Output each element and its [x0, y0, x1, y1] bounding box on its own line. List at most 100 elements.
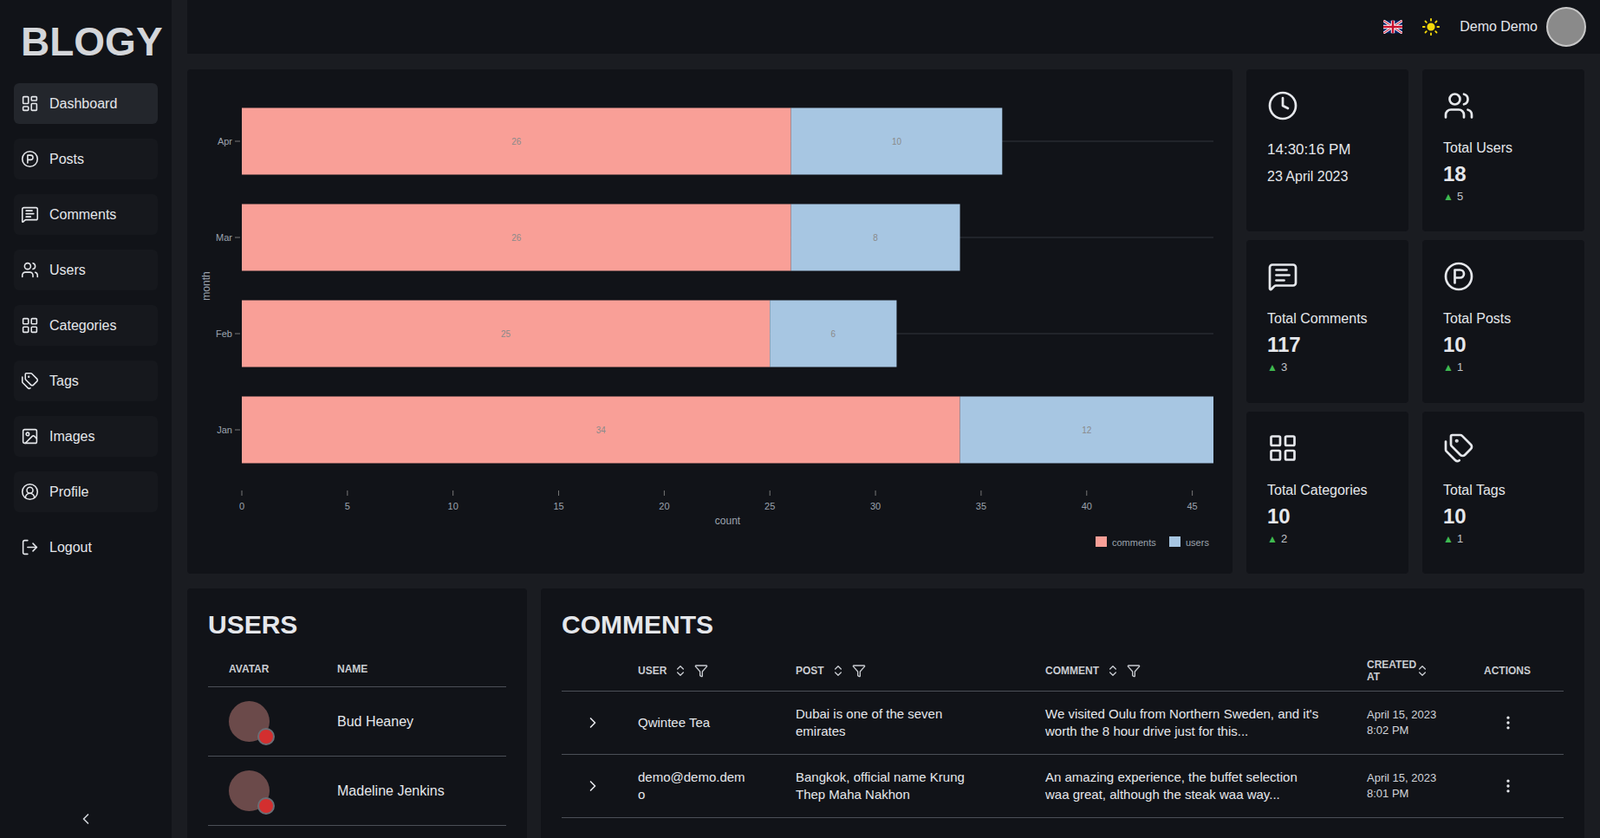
stat-value: 10: [1267, 501, 1388, 532]
column-header[interactable]: USER: [627, 650, 786, 691]
sort-icon[interactable]: [831, 663, 846, 678]
comment-post: Dubai is one of the seven emirates: [795, 705, 983, 741]
bar-value: 8: [872, 233, 879, 243]
sort-icon[interactable]: [673, 663, 688, 678]
users-title: USERS: [208, 609, 507, 641]
bar-segment[interactable]: [241, 396, 961, 464]
comments-table: USERPOSTCOMMENTCREATED ATACTIONSQwintee …: [561, 650, 1564, 819]
trend-up-icon: ▲: [1443, 188, 1454, 205]
stat-label: Total Posts: [1443, 309, 1564, 329]
comment-row[interactable]: Qwintee TeaDubai is one of the seven emi…: [561, 690, 1564, 755]
posts-icon: [20, 149, 40, 169]
stat-label: Total Tags: [1443, 481, 1564, 501]
bar-value: 34: [596, 425, 607, 436]
dashboard-icon: [20, 94, 40, 113]
clock-icon: [1267, 90, 1299, 122]
expand-row-icon[interactable]: [584, 714, 602, 732]
sidebar-item[interactable]: Images: [13, 416, 158, 457]
bar-segment[interactable]: [769, 300, 897, 368]
column-header[interactable]: COMMENT: [1034, 650, 1357, 691]
x-axis-title: count: [715, 514, 742, 527]
sidebar-item[interactable]: Logout: [13, 526, 158, 568]
y-axis-title: month: [200, 271, 213, 300]
actions-icon[interactable]: [1499, 777, 1517, 795]
bar-value: 10: [891, 136, 903, 147]
users-icon: [1443, 90, 1475, 122]
filter-icon[interactable]: [852, 663, 866, 678]
sidebar: BLOGYDashboard Posts Comments Users Categori…: [0, 0, 172, 838]
uk-flag-icon[interactable]: [1383, 19, 1403, 34]
x-tick-label: 25: [764, 500, 775, 512]
x-tick-label: 5: [344, 500, 351, 512]
stat-card: Total Categories10▲2: [1246, 411, 1409, 574]
stat-card: Total Tags10▲1: [1422, 411, 1585, 574]
bar-segment[interactable]: [241, 108, 792, 176]
stat-delta: ▲1: [1443, 531, 1564, 547]
sidebar-item[interactable]: Posts: [13, 138, 158, 180]
sort-icon[interactable]: [1105, 663, 1120, 678]
legend-item[interactable]: users: [1169, 536, 1210, 548]
users-card: USERSAVATARNAMEBud HeaneyMadeline Jenkin…: [187, 588, 527, 838]
legend-item[interactable]: comments: [1095, 536, 1157, 548]
bar-segment[interactable]: [791, 204, 961, 272]
bar-segment[interactable]: [960, 396, 1214, 464]
stat-card: 14:30:16 PM23 April 2023: [1246, 69, 1409, 232]
sort-icon[interactable]: [1415, 663, 1430, 678]
bar-segment[interactable]: [241, 204, 792, 272]
comment-row[interactable]: demo@demo.demoBangkok, official name Kru…: [561, 754, 1564, 818]
x-tick-label: 40: [1081, 500, 1093, 512]
expand-row-icon[interactable]: [584, 777, 602, 795]
collapse-icon[interactable]: [77, 810, 95, 828]
categories-icon: [1267, 432, 1299, 464]
clock-date: 23 April 2023: [1267, 166, 1388, 188]
bar-segment[interactable]: [241, 300, 770, 368]
x-tick-label: 15: [552, 500, 564, 512]
images-icon: [20, 427, 40, 446]
comments-title: COMMENTS: [561, 609, 1564, 641]
posts-icon: [1443, 260, 1475, 293]
tags-icon: [20, 371, 40, 391]
users-table-row[interactable]: Bud Heaney: [208, 687, 507, 757]
column-header[interactable]: POST: [785, 650, 1035, 691]
bar-chart: JanFebMarApr3412256268261005101520253035…: [187, 69, 1233, 574]
filter-icon[interactable]: [694, 663, 709, 678]
user-avatar[interactable]: [1546, 6, 1587, 47]
x-tick-label: 45: [1187, 500, 1198, 512]
y-tick-label: Jan: [216, 424, 233, 436]
trend-up-icon: ▲: [1267, 359, 1278, 376]
stat-value: 10: [1443, 330, 1564, 360]
sidebar-item[interactable]: Users: [13, 249, 158, 291]
actions-icon[interactable]: [1499, 714, 1517, 732]
trend-up-icon: ▲: [1443, 531, 1454, 547]
sidebar-item[interactable]: Dashboard: [13, 83, 158, 124]
trend-up-icon: ▲: [1267, 531, 1278, 547]
top-bar: Demo Demo: [187, 0, 1600, 54]
bar-value: 26: [511, 136, 522, 147]
trend-up-icon: ▲: [1443, 359, 1454, 376]
stat-label: Total Categories: [1267, 481, 1388, 501]
comment-user: demo@demo.demo: [637, 768, 746, 804]
users-table-row[interactable]: Madeline Jenkins: [208, 756, 507, 827]
status-dot: [257, 797, 275, 815]
tags-icon: [1443, 432, 1475, 464]
sidebar-item[interactable]: Categories: [13, 305, 158, 346]
theme-icon[interactable]: [1421, 17, 1441, 37]
column-header[interactable]: CREATED AT: [1356, 650, 1474, 691]
stat-card: Total Comments117▲3: [1246, 240, 1409, 403]
comment-text: We visited Oulu from Northern Sweden, an…: [1045, 705, 1323, 741]
bar-value: 26: [511, 233, 522, 243]
user-name[interactable]: Demo Demo: [1459, 16, 1538, 38]
sidebar-item[interactable]: Comments: [13, 194, 158, 235]
users-icon: [20, 260, 40, 280]
logo[interactable]: BLOGY: [13, 0, 158, 84]
sidebar-item[interactable]: Tags: [13, 360, 158, 402]
stat-value: 117: [1267, 330, 1388, 360]
stat-label: Total Comments: [1267, 309, 1388, 329]
sidebar-item[interactable]: Profile: [13, 471, 158, 513]
bar-segment[interactable]: [791, 108, 1003, 176]
filter-icon[interactable]: [1126, 663, 1141, 678]
app: BLOGYDashboard Posts Comments Users Categori…: [0, 0, 1600, 838]
stat-value: 10: [1443, 501, 1564, 532]
comments-icon: [20, 205, 40, 224]
comment-text: An amazing experience, the buffet select…: [1045, 768, 1323, 804]
